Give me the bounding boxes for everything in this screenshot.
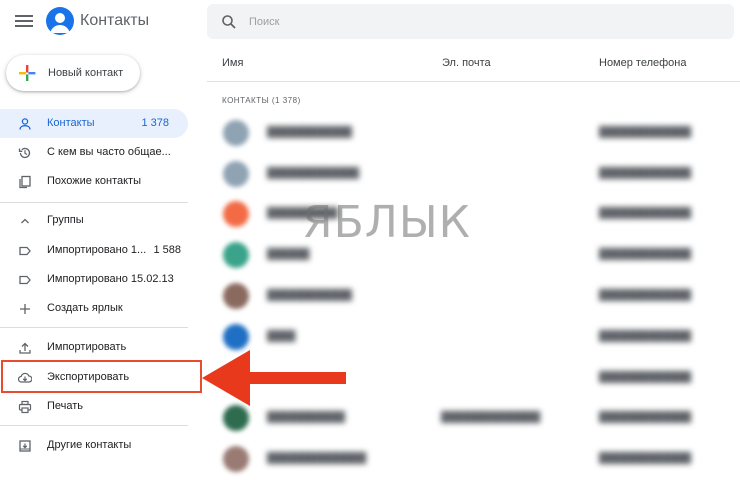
blurred-name: ██████████████: [267, 453, 367, 464]
sidebar-item-label: Похожие контакты: [47, 175, 141, 187]
search-input[interactable]: [249, 12, 709, 32]
avatar: [223, 120, 249, 146]
sidebar-item-imported-2[interactable]: Импортировано 15.02.13: [0, 265, 200, 294]
blurred-name: ██████: [267, 249, 310, 260]
blurred-name: ████████████: [267, 290, 353, 301]
sidebar-item-other-contacts[interactable]: Другие контакты: [0, 431, 200, 460]
blurred-name: ████████████: [267, 127, 353, 138]
label-icon: [19, 246, 31, 256]
search-icon: [222, 15, 236, 29]
sidebar: Контакты Новый контакт Контакты 1 378 С …: [0, 0, 202, 480]
contacts-logo-icon: [46, 7, 74, 35]
blurred-phone: █████████████: [599, 331, 692, 342]
person-icon: [19, 118, 31, 130]
sidebar-item-create-label[interactable]: Создать ярлык: [0, 294, 200, 323]
blurred-phone: █████████████: [599, 168, 692, 179]
header-divider: [207, 81, 740, 82]
sidebar-item-label: Печать: [47, 400, 84, 412]
sidebar-item-label: Импортировать: [47, 341, 127, 353]
sidebar-item-contacts[interactable]: Контакты 1 378: [0, 109, 188, 138]
contacts-count: 1 378: [141, 117, 169, 129]
sidebar-divider: [0, 327, 188, 328]
sidebar-divider: [0, 425, 188, 426]
table-row[interactable]: ████████████ █████████████: [207, 277, 740, 317]
column-header-phone[interactable]: Номер телефона: [599, 57, 686, 69]
sidebar-item-label: Другие контакты: [47, 439, 132, 451]
chevron-up-icon: [21, 218, 29, 224]
sidebar-item-label: Группы: [47, 214, 84, 226]
avatar: [223, 446, 249, 472]
watermark: ЯБЛЫК: [302, 197, 471, 248]
archive-icon: [19, 440, 31, 452]
avatar: [223, 324, 249, 350]
sidebar-item-import[interactable]: Импортировать: [0, 333, 200, 362]
upload-icon: [19, 342, 31, 354]
main-menu-icon[interactable]: [15, 13, 33, 31]
column-header-email[interactable]: Эл. почта: [442, 57, 491, 69]
label-icon: [19, 275, 31, 285]
sidebar-divider: [0, 202, 188, 203]
sidebar-item-label: Импортировано 15.02.13: [47, 273, 174, 285]
avatar: [223, 161, 249, 187]
app-title: Контакты: [80, 12, 150, 29]
printer-icon: [18, 400, 32, 414]
table-row[interactable]: ██████████████ █████████████: [207, 440, 740, 480]
sidebar-item-duplicates[interactable]: Похожие контакты: [0, 167, 200, 196]
avatar: [223, 405, 249, 431]
new-contact-label: Новый контакт: [48, 67, 124, 79]
table-row[interactable]: █████████████ █████████████: [207, 155, 740, 195]
blurred-phone: █████████████: [599, 290, 692, 301]
blurred-name: ████: [267, 331, 296, 342]
history-icon: [18, 147, 31, 159]
sidebar-item-label: С кем вы часто общае...: [47, 146, 171, 158]
avatar: [223, 201, 249, 227]
avatar: [223, 283, 249, 309]
plus-icon: [20, 304, 30, 314]
table-row[interactable]: ██████ █████████████: [207, 236, 740, 276]
new-contact-button[interactable]: Новый контакт: [6, 55, 140, 91]
search-bar[interactable]: [207, 4, 734, 39]
sidebar-item-label: Создать ярлык: [47, 302, 123, 314]
sidebar-item-label: Контакты: [47, 117, 95, 129]
blurred-phone: █████████████: [599, 249, 692, 260]
avatar: [223, 242, 249, 268]
group-count: 1 588: [153, 244, 181, 256]
sidebar-item-groups[interactable]: Группы: [0, 206, 200, 235]
blurred-email: ██████████████: [441, 412, 541, 423]
blurred-name: █████████████: [267, 168, 360, 179]
blurred-phone: █████████████: [599, 127, 692, 138]
export-highlight-frame: [1, 360, 202, 393]
section-title: КОНТАКТЫ (1 378): [222, 96, 301, 105]
sidebar-item-frequent[interactable]: С кем вы часто общае...: [0, 138, 200, 167]
sidebar-item-label: Импортировано 1...: [47, 244, 147, 256]
blurred-phone: █████████████: [599, 372, 692, 383]
table-row[interactable]: ████████████ █████████████: [207, 114, 740, 154]
blurred-phone: █████████████: [599, 412, 692, 423]
column-header-name[interactable]: Имя: [222, 57, 243, 69]
red-arrow-pointer: [202, 350, 346, 406]
blurred-phone: █████████████: [599, 208, 692, 219]
blurred-phone: █████████████: [599, 453, 692, 464]
blurred-name: ███████████: [267, 412, 345, 423]
sidebar-item-imported-1[interactable]: Импортировано 1... 1 588: [0, 236, 200, 265]
copy-icon: [19, 175, 31, 189]
sidebar-item-print[interactable]: Печать: [0, 392, 200, 421]
plus-icon: [19, 65, 36, 81]
table-row[interactable]: ██████████ █████████████: [207, 195, 740, 235]
